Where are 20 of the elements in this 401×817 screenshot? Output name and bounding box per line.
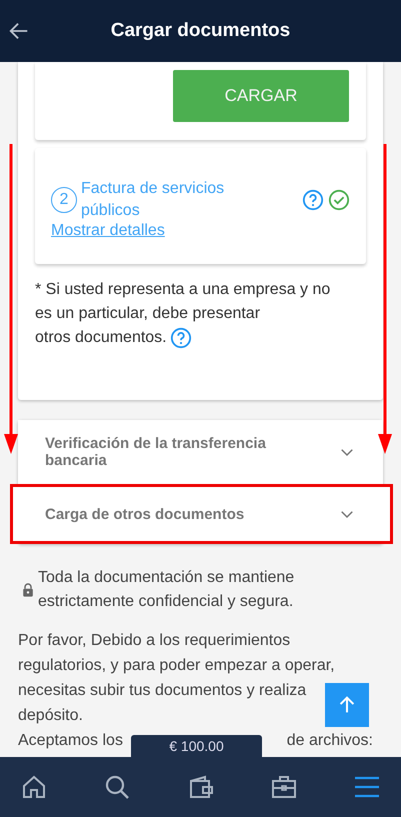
help-icon[interactable] [170, 327, 192, 349]
briefcase-icon [270, 773, 298, 801]
search-icon [103, 773, 132, 801]
accepted-text: Aceptamos los [18, 732, 123, 750]
requirements-text-end: depósito. [18, 706, 83, 726]
accepted-text: de archivos: [286, 732, 373, 750]
back-arrow-icon[interactable] [8, 20, 30, 42]
step-number: 2 [51, 187, 77, 213]
accordion-header[interactable]: Carga de otros documentos [10, 484, 393, 544]
help-icon[interactable] [302, 189, 324, 211]
upload-button[interactable]: CARGAR [173, 70, 349, 122]
security-note: Toda la documentación se mantiene estrictamente confidencial y segura. [38, 568, 296, 612]
note-text: otros documentos. [35, 328, 167, 348]
home-icon [20, 773, 48, 801]
accordion-header[interactable]: Verificación de la transferencia bancaria [18, 420, 383, 484]
scroll-top-button[interactable] [325, 683, 369, 727]
page-title: Cargar documentos [110, 20, 290, 42]
balance-tab[interactable]: € 100.00 [131, 735, 262, 757]
details-link[interactable]: Mostrar detalles [51, 222, 165, 239]
document-title[interactable]: Factura de servicios públicos [81, 178, 268, 222]
